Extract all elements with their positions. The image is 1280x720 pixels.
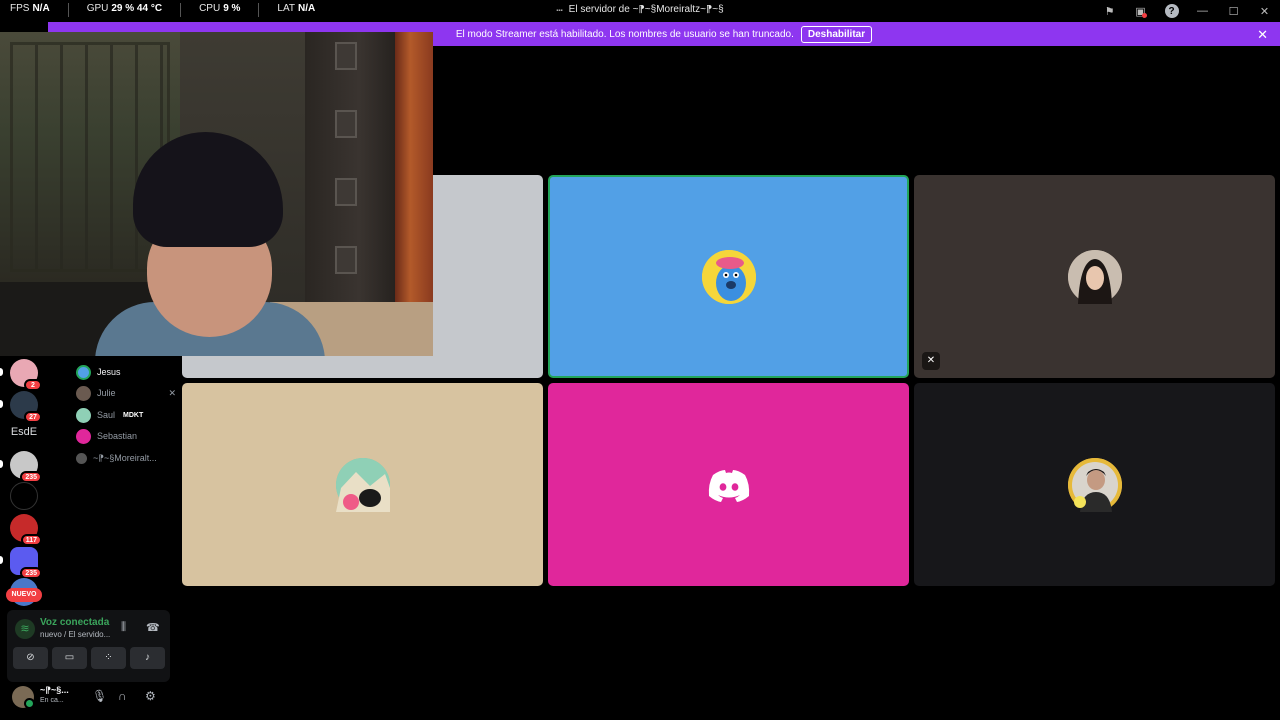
title-bar: FPS N/A GPU 29 % 44 °C CPU 9 % LAT N/A ▪▪▪ El… xyxy=(0,0,1280,22)
person-hair xyxy=(133,132,283,247)
art-avatar-icon xyxy=(335,457,390,512)
mic-muted-icon: ✕ xyxy=(168,387,176,398)
user-photo-icon xyxy=(1067,249,1122,304)
server-icon[interactable]: EsdE xyxy=(10,418,38,446)
user-avatar[interactable] xyxy=(12,686,35,709)
mention-badge: 117 xyxy=(20,534,42,546)
webcam-feed xyxy=(0,32,433,356)
user-tag: MDKT xyxy=(123,411,144,419)
new-badge: NUEVO xyxy=(6,588,42,602)
close-icon[interactable]: ✕ xyxy=(1249,0,1280,22)
user-status: En ca... xyxy=(40,697,64,704)
video-tile-speaking[interactable] xyxy=(548,175,909,378)
camera-off-button[interactable]: ⊘ xyxy=(13,647,48,669)
maximize-icon[interactable]: ☐ xyxy=(1218,0,1249,22)
server-icon[interactable]: 235 xyxy=(10,451,42,483)
voice-channel-users: Jesus Julie ✕ Saul MDKT Sebastian ~⁋~§Mo… xyxy=(48,356,176,610)
titlebar-controls: ⚑ ▣ ? — ☐ ✕ xyxy=(1094,0,1280,22)
voice-user-name: Saul xyxy=(97,410,116,420)
voice-user-name: Sebastian xyxy=(97,431,138,441)
video-tile[interactable] xyxy=(182,383,543,586)
video-tile[interactable] xyxy=(548,383,909,586)
noise-suppression-icon[interactable]: ⫼ xyxy=(121,621,126,634)
server-icon[interactable]: 2 xyxy=(10,359,42,391)
server-icon[interactable]: 117 xyxy=(10,514,42,546)
voice-user-name: ~⁋~§Moreiralt... xyxy=(93,452,157,463)
user-avatar xyxy=(702,458,756,512)
user-avatar xyxy=(1067,249,1122,304)
video-tile[interactable] xyxy=(914,383,1275,586)
voice-user-name: Julie xyxy=(97,388,116,398)
help-button[interactable]: ? xyxy=(1156,0,1187,22)
blue-monster-icon xyxy=(701,249,756,304)
flag-icon[interactable]: ⚑ xyxy=(1094,0,1125,22)
soundboard-button[interactable]: ♪ xyxy=(130,647,165,669)
banner-close-icon[interactable]: ✕ xyxy=(1257,27,1268,43)
unread-indicator xyxy=(0,556,3,564)
screen-share-button[interactable]: ▭ xyxy=(52,647,87,669)
server-icon[interactable]: 27 xyxy=(10,391,42,423)
user-photo-icon xyxy=(1067,457,1122,512)
voice-channel-link[interactable]: nuevo / El servido... xyxy=(40,630,112,639)
activities-button[interactable]: ⁘ xyxy=(91,647,126,669)
user-avatar xyxy=(76,407,91,423)
voice-user[interactable]: ~⁋~§Moreiralt... xyxy=(76,450,176,466)
server-icon[interactable] xyxy=(10,482,38,510)
voice-status: Voz conectada xyxy=(40,617,110,628)
server-logo-icon: ▪▪▪ xyxy=(556,8,563,14)
server-icon[interactable]: 235 xyxy=(10,547,42,579)
user-avatar xyxy=(1067,457,1122,512)
inbox-icon[interactable]: ▣ xyxy=(1125,0,1156,22)
voice-user-name: Jesus xyxy=(97,367,121,377)
settings-gear-icon[interactable]: ⚙ xyxy=(145,689,156,703)
voice-action-buttons: ⊘ ▭ ⁘ ♪ xyxy=(13,647,165,669)
voice-user[interactable]: Julie ✕ xyxy=(76,385,176,401)
mic-muted-icon: ✕ xyxy=(922,352,940,370)
microphone-icon[interactable]: 🎙 xyxy=(92,689,107,703)
window-title-text: El servidor de ~⁋~§Moreiraltz~⁋~§ xyxy=(568,4,724,15)
minimize-icon[interactable]: — xyxy=(1187,0,1218,22)
user-avatar xyxy=(76,364,91,380)
video-tile[interactable]: ✕ xyxy=(914,175,1275,378)
mention-badge: 2 xyxy=(24,379,42,391)
user-area: ~⁋~§... En ca... 🎙 ∩ ⚙ xyxy=(0,682,176,720)
discord-logo-icon xyxy=(708,469,749,502)
streamer-mode-message: El modo Streamer está habilitado. Los no… xyxy=(455,28,794,40)
window-title: ▪▪▪ El servidor de ~⁋~§Moreiraltz~⁋~§ xyxy=(0,4,1280,15)
voice-user[interactable]: Jesus xyxy=(76,364,176,380)
user-avatar xyxy=(701,249,756,304)
unread-indicator xyxy=(0,400,3,408)
streamer-person xyxy=(95,132,325,356)
user-avatar xyxy=(76,428,91,444)
disconnect-icon[interactable]: ☎ xyxy=(146,621,160,634)
server-rail: 2 27 EsdE 235 117 235 xyxy=(0,356,48,610)
user-avatar xyxy=(76,452,87,464)
disable-streamer-button[interactable]: Deshabilitar xyxy=(800,25,873,43)
help-icon: ? xyxy=(1164,4,1179,18)
voice-user[interactable]: Saul MDKT xyxy=(76,407,176,423)
unread-indicator xyxy=(0,368,3,376)
unread-indicator xyxy=(0,460,3,468)
headphones-icon[interactable]: ∩ xyxy=(118,689,127,703)
signal-icon[interactable]: ≋ xyxy=(15,619,35,639)
voice-connected-panel: ≋ Voz conectada nuevo / El servido... ⫼ … xyxy=(7,610,170,682)
user-avatar xyxy=(335,457,390,512)
user-avatar xyxy=(76,385,91,401)
username: ~⁋~§... xyxy=(40,685,69,695)
voice-user[interactable]: Sebastian xyxy=(76,428,176,444)
